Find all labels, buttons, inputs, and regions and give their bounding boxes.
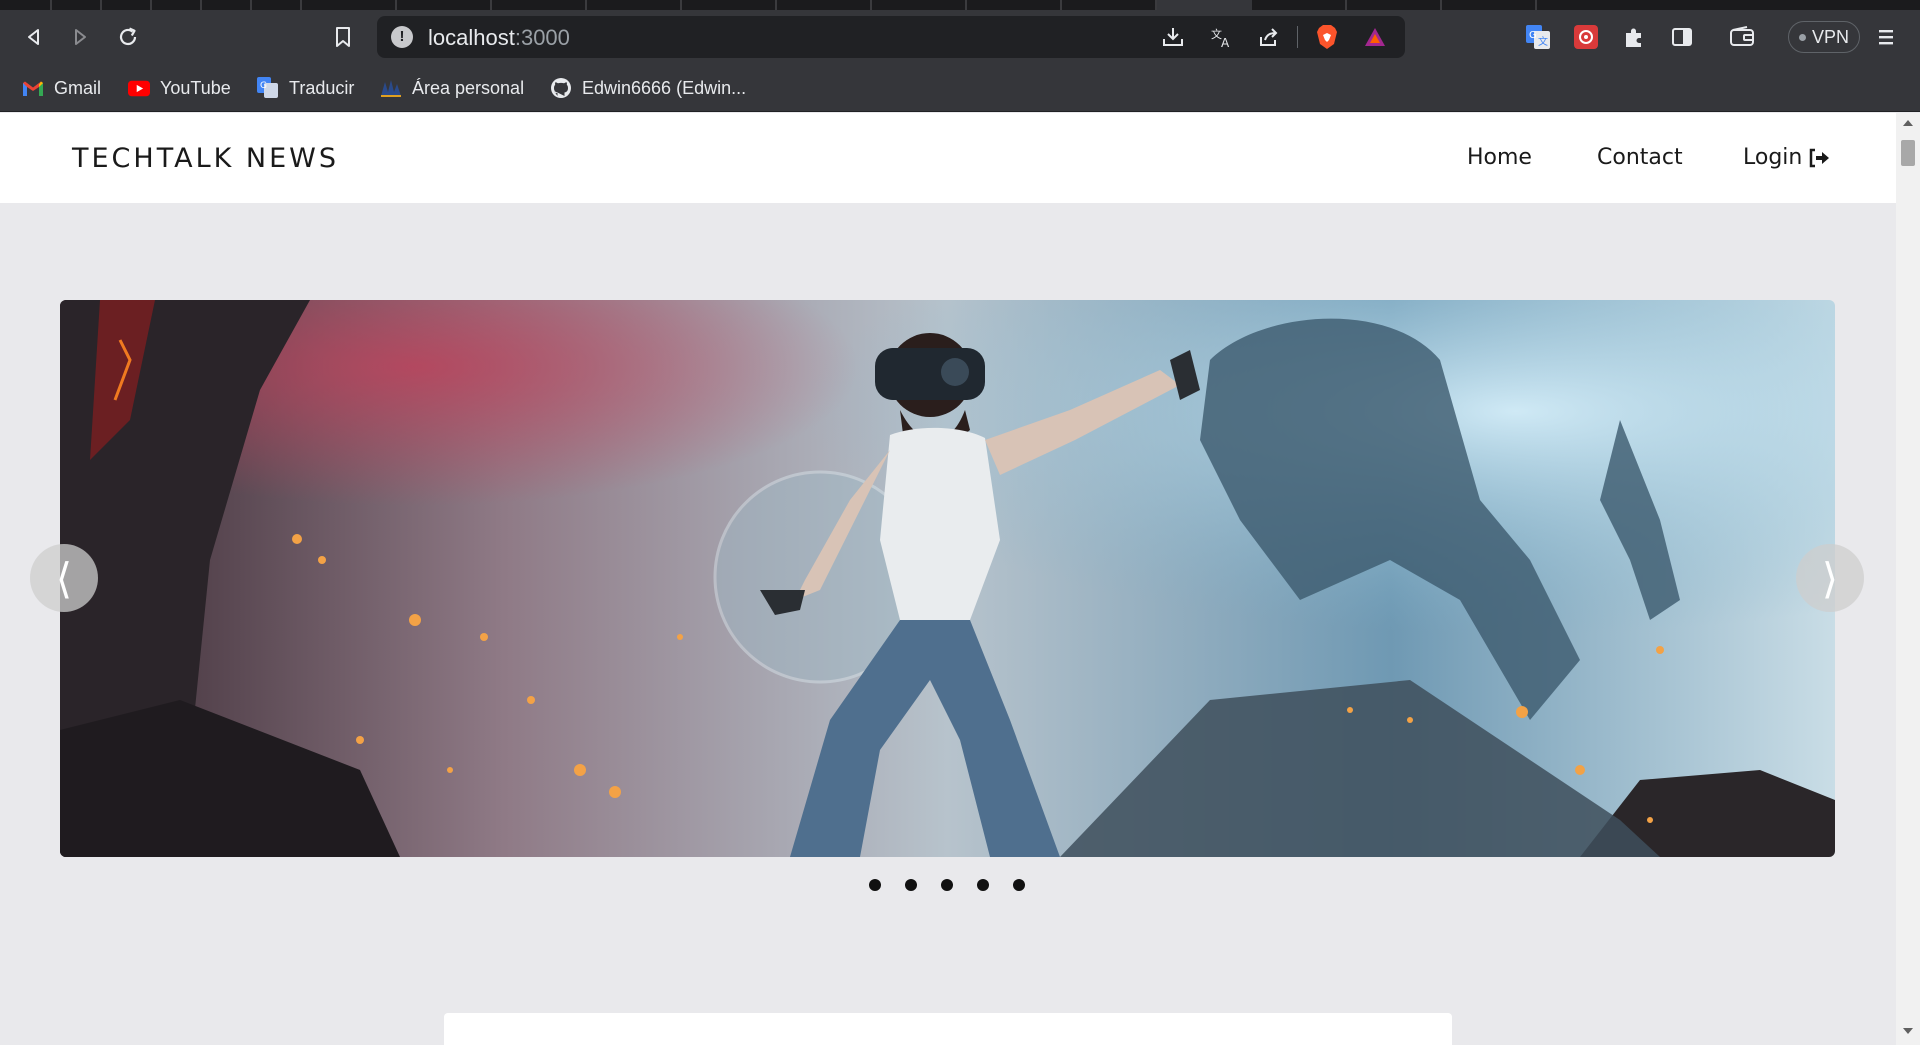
back-arrow-icon xyxy=(28,29,39,45)
bookmark-label: Gmail xyxy=(54,77,102,98)
content-card xyxy=(444,1013,1452,1045)
forward-button[interactable] xyxy=(62,19,98,55)
browser-tab[interactable] xyxy=(102,0,152,10)
browser-tab[interactable] xyxy=(967,0,1062,10)
extensions-puzzle-icon[interactable] xyxy=(1620,23,1648,51)
bookmark-youtube[interactable]: YouTube xyxy=(128,74,231,102)
brave-rewards-icon[interactable] xyxy=(1362,24,1388,50)
bookmark-area-personal[interactable]: Área personal xyxy=(380,74,524,102)
nav-contact-link[interactable]: Contact xyxy=(1597,145,1683,170)
address-bar[interactable]: ! localhost:3000 文A xyxy=(377,16,1405,58)
google-translate-extension-icon[interactable]: G文 xyxy=(1524,23,1552,51)
svg-text:G: G xyxy=(1529,30,1537,41)
browser-tab[interactable] xyxy=(872,0,967,10)
sign-in-icon xyxy=(1810,148,1830,167)
red-extension-icon[interactable] xyxy=(1572,23,1600,51)
browser-tab[interactable] xyxy=(152,0,202,10)
vpn-status-dot xyxy=(1798,33,1806,41)
url-port: :3000 xyxy=(514,25,570,50)
reload-button[interactable] xyxy=(110,19,146,55)
hero-carousel-image xyxy=(60,300,1835,857)
browser-tab[interactable] xyxy=(1442,0,1537,10)
translate-page-icon[interactable]: 文A xyxy=(1209,24,1235,50)
carousel-indicator[interactable] xyxy=(941,879,953,891)
browser-tab-active[interactable] xyxy=(1157,0,1252,10)
bookmark-label: Traducir xyxy=(289,77,355,98)
nav-login-label: Login xyxy=(1743,145,1803,170)
chevron-left-icon: ⟨ xyxy=(55,553,73,603)
browser-tab[interactable] xyxy=(777,0,872,10)
nav-home-link[interactable]: Home xyxy=(1467,145,1532,170)
github-icon xyxy=(550,77,572,99)
bookmark-traducir[interactable]: G Traducir xyxy=(257,74,354,102)
address-url[interactable]: localhost:3000 xyxy=(428,25,570,51)
vpn-button[interactable]: VPN xyxy=(1788,21,1860,53)
forward-arrow-icon xyxy=(75,29,86,45)
vr-player-illustration xyxy=(60,300,1835,857)
browser-tab[interactable] xyxy=(1252,0,1347,10)
share-icon[interactable] xyxy=(1256,24,1282,50)
browser-tab[interactable] xyxy=(202,0,252,10)
gmail-icon xyxy=(22,77,44,99)
menu-icon[interactable] xyxy=(1872,23,1900,51)
browser-tab[interactable] xyxy=(252,0,302,10)
chevron-right-icon: ⟩ xyxy=(1821,553,1839,603)
bookmark-icon xyxy=(336,27,350,47)
page-viewport: TECHTALK NEWS Home Contact Login ⟨ ⟩ xyxy=(0,113,1896,1045)
back-button[interactable] xyxy=(16,19,52,55)
page-scrollbar[interactable] xyxy=(1896,113,1920,1045)
nav-login-link[interactable]: Login xyxy=(1743,145,1830,170)
carousel-prev-button[interactable]: ⟨ xyxy=(30,544,98,612)
browser-tab[interactable] xyxy=(52,0,102,10)
scroll-down-arrow-icon[interactable] xyxy=(1903,1028,1913,1034)
bookmark-gmail[interactable]: Gmail xyxy=(22,74,101,102)
carousel-indicator[interactable] xyxy=(977,879,989,891)
svg-text:A: A xyxy=(1221,36,1230,49)
browser-tab[interactable] xyxy=(397,0,492,10)
browser-tab[interactable] xyxy=(0,0,52,10)
url-host: localhost xyxy=(428,25,515,50)
site-navbar: TECHTALK NEWS Home Contact Login xyxy=(0,113,1896,203)
carousel-indicator[interactable] xyxy=(1013,879,1025,891)
brave-shields-icon[interactable] xyxy=(1314,24,1340,50)
browser-tab[interactable] xyxy=(1062,0,1157,10)
browser-tab[interactable] xyxy=(302,0,397,10)
bookmark-label: Área personal xyxy=(412,77,525,98)
browser-toolbar: ! localhost:3000 文A G文 VPN xyxy=(0,10,1920,64)
browser-tab[interactable] xyxy=(1347,0,1442,10)
install-app-icon[interactable] xyxy=(1160,24,1186,50)
wallet-icon[interactable] xyxy=(1728,23,1756,51)
bookmarks-bar: Gmail YouTube G Traducir Área personal E… xyxy=(0,64,1920,112)
reload-icon xyxy=(119,27,137,46)
bookmark-label: YouTube xyxy=(160,77,231,98)
bookmark-page-button[interactable] xyxy=(325,19,361,55)
bookmark-github[interactable]: Edwin6666 (Edwin... xyxy=(550,74,746,102)
scrollbar-thumb[interactable] xyxy=(1901,140,1915,166)
site-brand[interactable]: TECHTALK NEWS xyxy=(72,143,339,174)
translate-icon: G xyxy=(257,77,279,99)
browser-tab[interactable] xyxy=(587,0,682,10)
tab-strip[interactable] xyxy=(0,0,1920,10)
bookmark-label: Edwin6666 (Edwin... xyxy=(582,77,747,98)
address-bar-divider xyxy=(1297,26,1298,48)
vpn-label: VPN xyxy=(1811,26,1849,47)
carousel-indicators xyxy=(869,879,1025,891)
sidebar-toggle-icon[interactable] xyxy=(1668,23,1696,51)
browser-tab[interactable] xyxy=(492,0,587,10)
browser-tab[interactable] xyxy=(682,0,777,10)
svg-text:文: 文 xyxy=(1538,35,1548,48)
carousel-indicator[interactable] xyxy=(869,879,881,891)
area-personal-icon xyxy=(380,77,402,99)
scroll-up-arrow-icon[interactable] xyxy=(1903,120,1913,126)
site-info-icon[interactable]: ! xyxy=(391,26,413,48)
carousel-indicator[interactable] xyxy=(905,879,917,891)
svg-text:G: G xyxy=(260,81,267,91)
carousel-next-button[interactable]: ⟩ xyxy=(1796,544,1864,612)
youtube-icon xyxy=(128,77,150,99)
